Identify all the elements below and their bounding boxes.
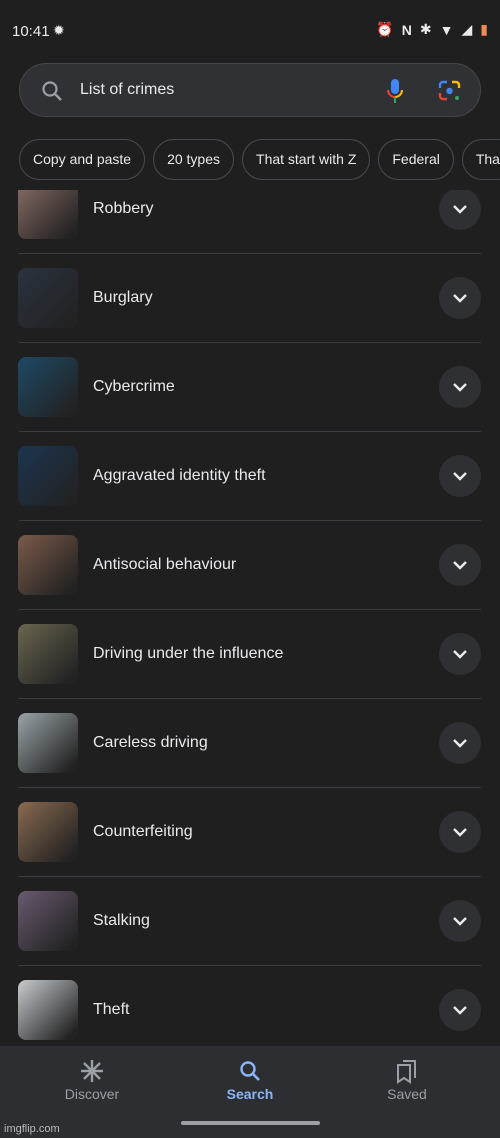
expand-button[interactable] bbox=[439, 722, 481, 764]
bookmarks-icon bbox=[347, 1056, 467, 1086]
search-query[interactable]: List of crimes bbox=[80, 81, 174, 99]
google-lens-icon[interactable] bbox=[437, 79, 463, 103]
battery-icon: ▮ bbox=[480, 21, 488, 37]
list-item[interactable]: Aggravated identity theft bbox=[18, 432, 481, 521]
alarm-icon: ⏰ bbox=[376, 21, 394, 37]
chip-copy-and-paste[interactable]: Copy and paste bbox=[19, 139, 146, 180]
item-label: Aggravated identity theft bbox=[93, 467, 266, 484]
signal-icon: ◢ bbox=[461, 21, 473, 37]
item-label: Robbery bbox=[93, 200, 154, 217]
suggestion-chips: Copy and paste 20 types That start with … bbox=[19, 139, 500, 180]
item-label: Careless driving bbox=[93, 734, 208, 751]
item-label: Driving under the influence bbox=[93, 645, 284, 662]
search-icon bbox=[190, 1056, 310, 1086]
search-bar[interactable]: List of crimes bbox=[19, 63, 481, 117]
microphone-icon[interactable] bbox=[385, 78, 405, 104]
watermark: imgflip.com bbox=[4, 1123, 60, 1135]
list-item[interactable]: Cybercrime bbox=[18, 343, 481, 432]
thumbnail-image bbox=[18, 357, 78, 417]
chevron-down-icon bbox=[453, 383, 467, 392]
item-label: Cybercrime bbox=[93, 378, 175, 395]
thumbnail-image bbox=[18, 980, 78, 1040]
search-icon bbox=[42, 81, 62, 101]
chip-that[interactable]: That bbox=[461, 139, 500, 180]
item-label: Theft bbox=[93, 1001, 130, 1018]
chevron-down-icon bbox=[453, 561, 467, 570]
gesture-handle[interactable] bbox=[181, 1121, 320, 1125]
chip-federal[interactable]: Federal bbox=[378, 139, 454, 180]
nav-discover-label: Discover bbox=[64, 1086, 120, 1102]
expand-button[interactable] bbox=[439, 544, 481, 586]
chip-20-types[interactable]: 20 types bbox=[153, 139, 235, 180]
chevron-down-icon bbox=[453, 650, 467, 659]
expand-button[interactable] bbox=[439, 190, 481, 230]
list-item[interactable]: Stalking bbox=[18, 877, 481, 966]
expand-button[interactable] bbox=[439, 633, 481, 675]
expand-button[interactable] bbox=[439, 900, 481, 942]
item-label: Antisocial behaviour bbox=[93, 556, 237, 573]
thumbnail-image bbox=[18, 535, 78, 595]
list-item[interactable]: Counterfeiting bbox=[18, 788, 481, 877]
nav-discover[interactable]: Discover bbox=[32, 1056, 152, 1102]
chevron-down-icon bbox=[453, 917, 467, 926]
thumbnail-image bbox=[18, 802, 78, 862]
chevron-down-icon bbox=[453, 1006, 467, 1015]
notification-icon: ✹ bbox=[53, 22, 65, 38]
item-label: Stalking bbox=[93, 912, 150, 929]
expand-button[interactable] bbox=[439, 277, 481, 319]
bluetooth-icon: ✱ bbox=[419, 21, 432, 37]
thumbnail-image bbox=[18, 190, 78, 239]
item-label: Burglary bbox=[93, 289, 153, 306]
crime-list[interactable]: Robbery Burglary Cybercrime Aggravated i… bbox=[0, 190, 500, 1046]
nav-search[interactable]: Search bbox=[190, 1056, 310, 1102]
thumbnail-image bbox=[18, 268, 78, 328]
wifi-icon: ▼ bbox=[439, 21, 454, 38]
thumbnail-image bbox=[18, 624, 78, 684]
chevron-down-icon bbox=[453, 205, 467, 214]
system-icons: ⏰ N ✱ ▼ ◢ ▮ bbox=[376, 21, 488, 38]
thumbnail-image bbox=[18, 446, 78, 506]
chevron-down-icon bbox=[453, 294, 467, 303]
chip-start-with-z[interactable]: That start with Z bbox=[242, 139, 371, 180]
clock: 10:41 bbox=[12, 23, 50, 40]
chevron-down-icon bbox=[453, 472, 467, 481]
nav-search-label: Search bbox=[226, 1086, 274, 1102]
expand-button[interactable] bbox=[439, 366, 481, 408]
list-item[interactable]: Theft bbox=[18, 966, 481, 1046]
item-label: Counterfeiting bbox=[93, 823, 193, 840]
list-item[interactable]: Antisocial behaviour bbox=[18, 521, 481, 610]
expand-button[interactable] bbox=[439, 989, 481, 1031]
list-item[interactable]: Careless driving bbox=[18, 699, 481, 788]
status-bar: 10:41 ✹ ⏰ N ✱ ▼ ◢ ▮ bbox=[0, 0, 500, 60]
thumbnail-image bbox=[18, 713, 78, 773]
list-item[interactable]: Driving under the influence bbox=[18, 610, 481, 699]
thumbnail-image bbox=[18, 891, 78, 951]
expand-button[interactable] bbox=[439, 455, 481, 497]
chevron-down-icon bbox=[453, 828, 467, 837]
list-item[interactable]: Burglary bbox=[18, 254, 481, 343]
expand-button[interactable] bbox=[439, 811, 481, 853]
nav-saved[interactable]: Saved bbox=[347, 1056, 467, 1102]
chevron-down-icon bbox=[453, 739, 467, 748]
nav-saved-label: Saved bbox=[387, 1086, 427, 1102]
nfc-icon: N bbox=[401, 21, 412, 38]
asterisk-icon bbox=[32, 1056, 152, 1086]
list-item[interactable]: Robbery bbox=[18, 190, 481, 254]
